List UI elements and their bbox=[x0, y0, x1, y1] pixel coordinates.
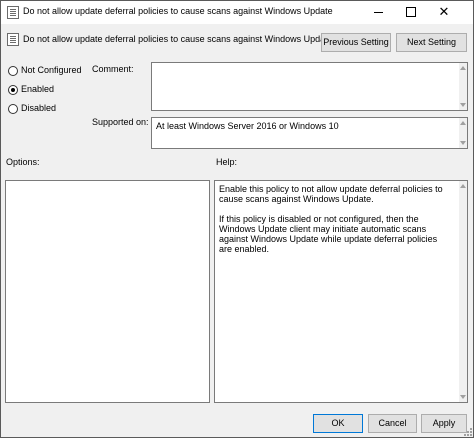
cancel-button[interactable]: Cancel bbox=[368, 414, 417, 433]
maximize-icon bbox=[406, 7, 416, 18]
minimize-icon bbox=[373, 11, 383, 13]
scroll-down-icon[interactable] bbox=[460, 395, 466, 399]
help-scrollbar[interactable] bbox=[459, 181, 467, 402]
apply-button[interactable]: Apply bbox=[421, 414, 467, 433]
maximize-button[interactable] bbox=[394, 1, 428, 24]
window-title: Do not allow update deferral policies to… bbox=[23, 6, 333, 16]
next-setting-button[interactable]: Next Setting bbox=[396, 33, 467, 52]
radio-button[interactable] bbox=[8, 104, 18, 114]
policy-name: Do not allow update deferral policies to… bbox=[23, 34, 333, 44]
setting-icon bbox=[7, 33, 19, 46]
comment-textarea[interactable] bbox=[151, 62, 468, 111]
policy-dialog: Do not allow update deferral policies to… bbox=[0, 0, 474, 438]
supported-on-value: At least Windows Server 2016 or Windows … bbox=[156, 121, 339, 131]
help-paragraph: If this policy is disabled or not config… bbox=[219, 214, 438, 254]
scroll-down-icon[interactable] bbox=[460, 141, 466, 145]
radio-label: Enabled bbox=[21, 84, 55, 94]
minimize-button[interactable] bbox=[361, 1, 395, 24]
radio-button[interactable] bbox=[8, 66, 18, 76]
previous-setting-button[interactable]: Previous Setting bbox=[321, 33, 391, 52]
scroll-up-icon[interactable] bbox=[460, 121, 466, 125]
help-paragraph: Enable this policy to not allow update d… bbox=[219, 184, 443, 204]
radio-button[interactable] bbox=[8, 85, 18, 95]
ok-button[interactable]: OK bbox=[313, 414, 363, 433]
scroll-up-icon[interactable] bbox=[460, 184, 466, 188]
supported-on-label: Supported on: bbox=[92, 117, 149, 127]
close-icon: ✕ bbox=[438, 4, 450, 19]
close-button[interactable]: ✕ bbox=[427, 1, 461, 24]
help-text: Enable this policy to not allow update d… bbox=[219, 184, 451, 264]
resize-grip-icon[interactable] bbox=[464, 428, 472, 436]
scroll-up-icon[interactable] bbox=[460, 66, 466, 70]
supported-on-box: At least Windows Server 2016 or Windows … bbox=[151, 117, 468, 149]
comment-scrollbar[interactable] bbox=[459, 63, 467, 110]
title-bar[interactable]: Do not allow update deferral policies to… bbox=[1, 1, 473, 24]
options-label: Options: bbox=[6, 157, 40, 167]
options-panel bbox=[5, 180, 210, 403]
comment-label: Comment: bbox=[92, 64, 134, 74]
help-panel: Enable this policy to not allow update d… bbox=[214, 180, 468, 403]
help-label: Help: bbox=[216, 157, 238, 167]
policy-icon bbox=[7, 6, 19, 19]
supported-scrollbar[interactable] bbox=[459, 118, 467, 148]
radio-label: Not Configured bbox=[21, 65, 82, 75]
scroll-down-icon[interactable] bbox=[460, 103, 466, 107]
radio-label: Disabled bbox=[21, 103, 57, 113]
